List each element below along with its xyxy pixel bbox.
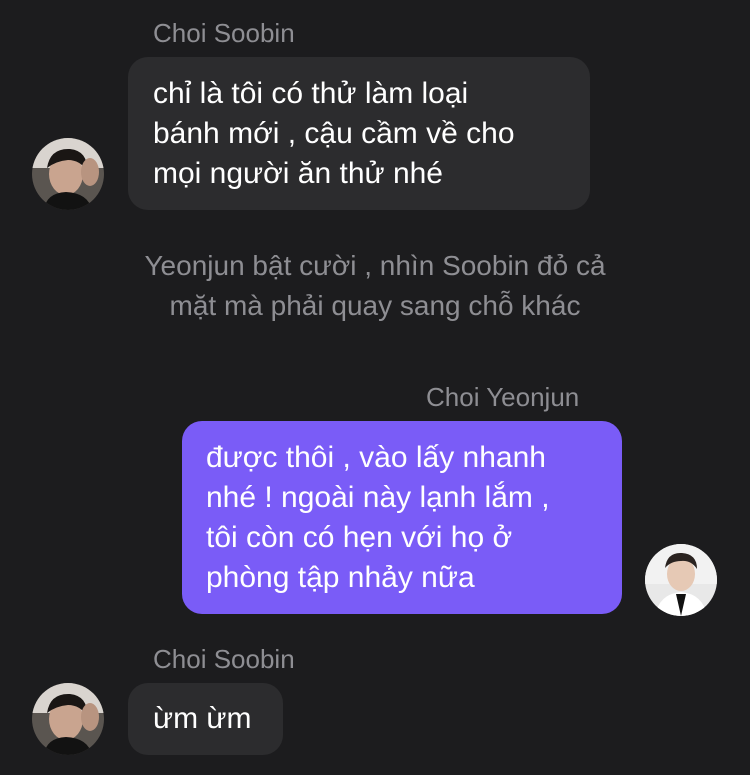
- message-bubble-incoming[interactable]: ừm ừm: [128, 683, 283, 755]
- soobin-avatar[interactable]: [32, 683, 104, 755]
- narration-text: Yeonjun bật cười , nhìn Soobin đỏ cả mặt…: [144, 250, 606, 321]
- avatar-photo: [645, 544, 717, 616]
- sender-name: Choi Yeonjun: [426, 382, 580, 412]
- message-text: được thôi , vào lấy nhanh: [206, 441, 546, 474]
- message-bubble-outgoing[interactable]: được thôi , vào lấy nhanh nhé ! ngoài nà…: [182, 421, 622, 614]
- yeonjun-avatar[interactable]: [645, 544, 717, 616]
- message-text: nhé ! ngoài này lạnh lắm ,: [206, 481, 550, 514]
- message-text: tôi còn có hẹn với họ ở: [206, 521, 513, 554]
- sender-name: Choi Soobin: [153, 18, 295, 48]
- message-text: phòng tập nhảy nữa: [206, 561, 475, 594]
- avatar-photo: [32, 138, 104, 210]
- sender-name: Choi Soobin: [153, 644, 295, 674]
- avatar-photo: [32, 683, 104, 755]
- message-text: chỉ là tôi có thử làm loại: [153, 77, 469, 110]
- message-text: ừm ừm: [153, 702, 252, 735]
- message-text: mọi người ăn thử nhé: [153, 157, 443, 190]
- message-bubble-incoming[interactable]: chỉ là tôi có thử làm loại bánh mới , cậ…: [128, 57, 590, 210]
- message-text: bánh mới , cậu cầm về cho: [153, 117, 515, 150]
- soobin-avatar[interactable]: [32, 138, 104, 210]
